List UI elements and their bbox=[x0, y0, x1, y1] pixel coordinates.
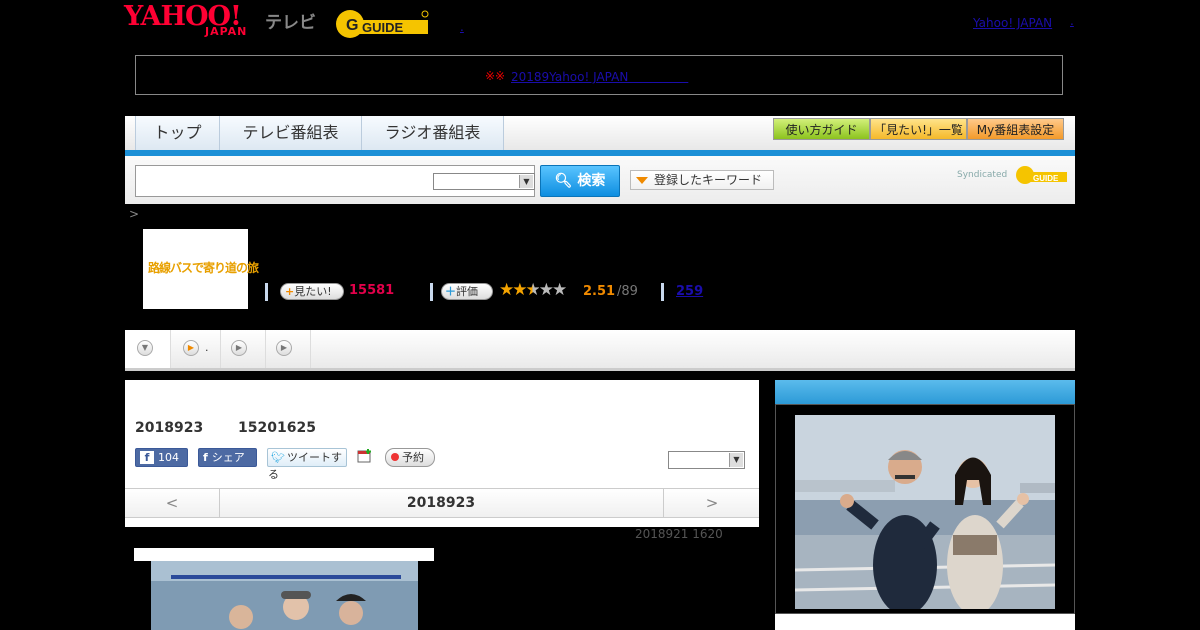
main-nav: トップ テレビ番組表 ラジオ番組表 使い方ガイド 「見たい!」一覧 My番組表設… bbox=[125, 116, 1075, 150]
header-dot-link-right[interactable]: . bbox=[1070, 14, 1074, 28]
facebook-icon: f bbox=[203, 451, 208, 464]
guide-button[interactable]: 使い方ガイド bbox=[773, 118, 870, 140]
yahoo-japan-link[interactable]: Yahoo! JAPAN bbox=[973, 16, 1052, 30]
gguide-small-logo: GUIDE bbox=[1016, 166, 1067, 184]
chevron-down-icon: ▼ bbox=[137, 340, 153, 356]
saved-keyword-label: 登録したキーワード bbox=[654, 173, 763, 187]
svg-text:G: G bbox=[346, 17, 358, 34]
side-panel-footer bbox=[775, 614, 1075, 630]
facebook-share-label: シェア bbox=[211, 451, 245, 464]
rating-stars: ★★★★★ bbox=[499, 280, 567, 300]
program-tab-strip: ▼ ▶ . ▶ ▶ bbox=[125, 330, 1075, 371]
notice-link[interactable]: 20189Yahoo! JAPAN bbox=[511, 68, 688, 85]
rate-label: 評価 bbox=[456, 285, 478, 298]
star-icon: ★ bbox=[552, 280, 567, 300]
tab-radio-schedule[interactable]: ラジオ番組表 bbox=[361, 116, 504, 150]
original-air-date: 2018921 1620 bbox=[635, 527, 723, 541]
hosts-photo[interactable] bbox=[795, 415, 1055, 609]
search-category-select[interactable]: ▼ bbox=[433, 173, 535, 190]
want-button[interactable]: +見たい! bbox=[280, 283, 344, 300]
day-select[interactable]: ▼ bbox=[668, 451, 745, 469]
rate-button[interactable]: ＋評価 bbox=[441, 283, 493, 300]
facebook-like-button[interactable]: f 104 bbox=[135, 448, 188, 467]
record-icon bbox=[391, 453, 399, 461]
plus-icon: ＋ bbox=[445, 285, 456, 298]
broadcast-panel: 2018923 15201625 f 104 f シェア 🐦︎ ツイートする 予約 ▼… bbox=[125, 380, 759, 527]
star-icon: ★ bbox=[538, 280, 554, 300]
facebook-like-count: 104 bbox=[158, 451, 179, 464]
prev-day-button[interactable]: < bbox=[125, 489, 220, 517]
strip-tab-2[interactable]: ▶ bbox=[221, 330, 266, 368]
reserve-button[interactable]: 予約 bbox=[385, 448, 435, 467]
program-photo[interactable] bbox=[151, 561, 418, 630]
star-icon: ★ bbox=[499, 280, 514, 300]
strip-tab-1-label: . bbox=[205, 341, 209, 354]
next-day-button[interactable]: > bbox=[663, 489, 760, 517]
my-schedule-button[interactable]: My番組表設定 bbox=[967, 118, 1064, 140]
star-half-icon: ★ bbox=[525, 280, 541, 300]
play-icon: ▶ bbox=[276, 340, 292, 356]
facebook-share-button[interactable]: f シェア bbox=[198, 448, 257, 467]
chevron-down-icon: ▼ bbox=[519, 175, 533, 188]
hosts-photo-art bbox=[795, 415, 1055, 609]
strip-tab-1[interactable]: ▶ . bbox=[171, 330, 221, 368]
syndicated-label: Syndicated bbox=[957, 170, 1008, 180]
search-button[interactable]: 🔍︎ 検索 bbox=[540, 165, 620, 197]
rating-count: /89 bbox=[617, 284, 638, 299]
svg-text:GUIDE: GUIDE bbox=[362, 20, 404, 35]
search-icon: 🔍︎ bbox=[554, 173, 573, 189]
want-count: 15581 bbox=[349, 283, 395, 298]
want-label: 見たい! bbox=[294, 285, 332, 298]
calendar-add-icon[interactable] bbox=[357, 448, 375, 467]
divider bbox=[430, 283, 433, 301]
content-header-bar bbox=[134, 548, 434, 561]
chevron-down-icon: ▼ bbox=[729, 453, 743, 467]
tweet-button[interactable]: 🐦︎ ツイートする bbox=[267, 448, 347, 481]
triangle-down-icon bbox=[636, 177, 648, 184]
program-thumbnail-title: 路線バスで寄り道の旅 bbox=[148, 261, 259, 275]
program-photo-art bbox=[151, 561, 418, 630]
divider bbox=[265, 283, 268, 301]
want-list-button[interactable]: 「見たい!」一覧 bbox=[870, 118, 967, 140]
breadcrumb[interactable]: > bbox=[129, 207, 139, 221]
review-count-link[interactable]: 259 bbox=[676, 284, 703, 299]
gguide-logo[interactable]: GUIDE G bbox=[334, 8, 430, 40]
play-icon: ▶ bbox=[183, 340, 199, 356]
current-day-label: 2018923 bbox=[406, 495, 476, 511]
search-button-label: 検索 bbox=[577, 173, 606, 189]
divider bbox=[661, 283, 664, 301]
strip-tab-0[interactable]: ▼ bbox=[125, 330, 171, 368]
program-thumbnail[interactable]: 路線バスで寄り道の旅 bbox=[143, 229, 259, 309]
header-dot-link[interactable]: . bbox=[460, 20, 464, 34]
reserve-label: 予約 bbox=[402, 451, 424, 464]
play-icon: ▶ bbox=[231, 340, 247, 356]
strip-tab-3[interactable]: ▶ bbox=[266, 330, 311, 368]
plus-icon: + bbox=[285, 285, 295, 298]
yahoo-japan-logo-sub: JAPAN bbox=[205, 25, 248, 38]
broadcast-time: 15201625 bbox=[238, 420, 316, 436]
side-panel-header bbox=[775, 380, 1075, 404]
svg-text:GUIDE: GUIDE bbox=[1033, 174, 1059, 183]
search-bar: ▼ 🔍︎ 検索 登録したキーワード Syndicated GUIDE bbox=[125, 156, 1075, 204]
tv-logo-label[interactable]: テレビ bbox=[265, 8, 316, 33]
rating-value: 2.51 bbox=[583, 284, 616, 299]
notice-marks: ※※ bbox=[485, 69, 506, 83]
star-icon: ★ bbox=[512, 280, 527, 300]
broadcast-date: 2018923 bbox=[135, 420, 204, 436]
day-navigation: < 2018923 > bbox=[125, 488, 759, 518]
twitter-bird-icon: 🐦︎ bbox=[271, 451, 285, 464]
tab-top[interactable]: トップ bbox=[135, 116, 220, 150]
tab-tv-schedule[interactable]: テレビ番組表 bbox=[219, 116, 362, 150]
saved-keyword-button[interactable]: 登録したキーワード bbox=[630, 170, 774, 190]
facebook-icon: f bbox=[140, 451, 154, 464]
